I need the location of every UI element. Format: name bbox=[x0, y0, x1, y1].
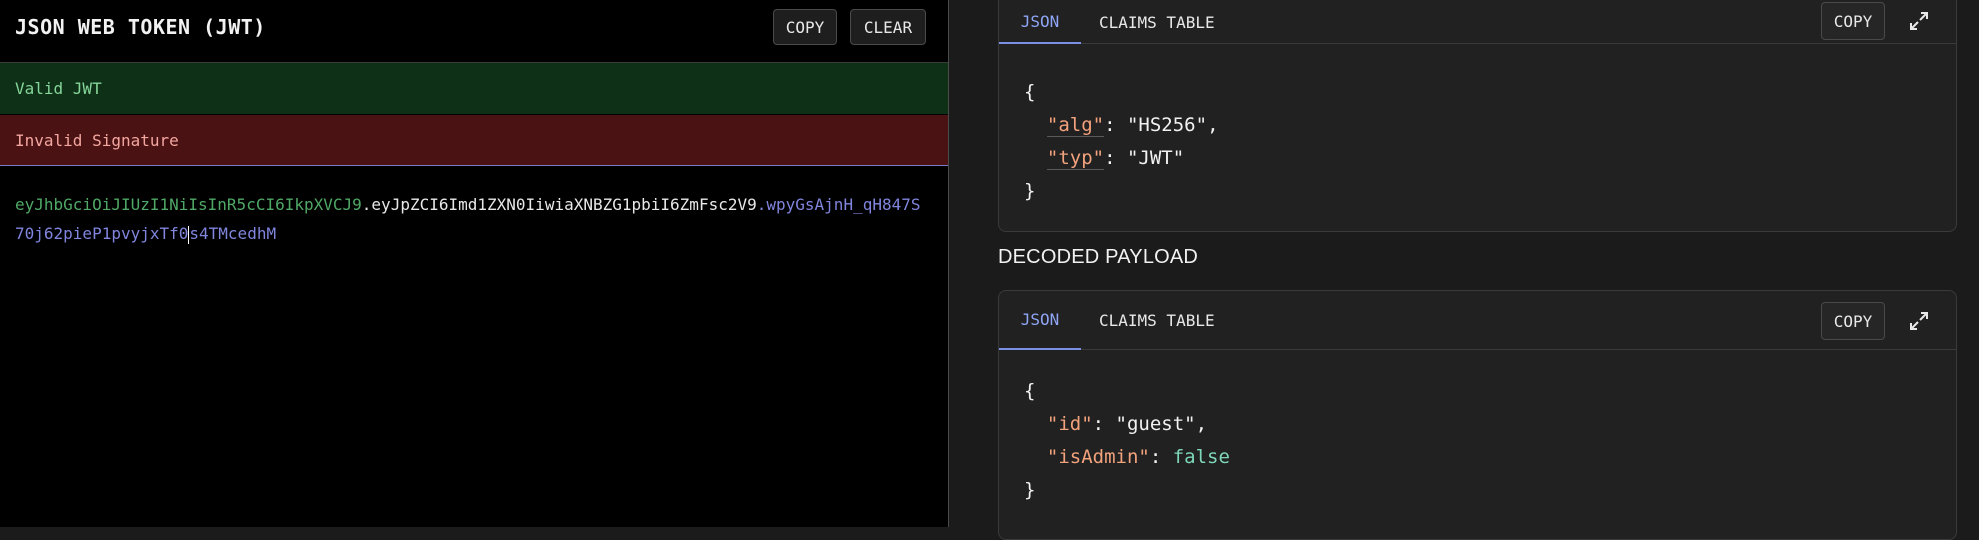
decoded-payload-panel: JSON CLAIMS TABLE COPY { "id": "guest", … bbox=[998, 290, 1957, 540]
tab-claims-table[interactable]: CLAIMS TABLE bbox=[1099, 1, 1215, 44]
decoded-header-tabs: JSON CLAIMS TABLE COPY bbox=[999, 1, 1956, 44]
json-value: false bbox=[1172, 446, 1230, 468]
json-key: "alg" bbox=[1046, 114, 1105, 137]
decoded-header-panel: JSON CLAIMS TABLE COPY { "alg": "HS256",… bbox=[998, 0, 1957, 232]
copy-payload-button[interactable]: COPY bbox=[1821, 302, 1885, 340]
page-title: JSON WEB TOKEN (JWT) bbox=[15, 15, 266, 39]
decoded-payload-json: { "id": "guest", "isAdmin": false } bbox=[1024, 380, 1230, 501]
decoded-payload-tabs: JSON CLAIMS TABLE COPY bbox=[999, 291, 1956, 350]
clear-token-button[interactable]: CLEAR bbox=[850, 9, 926, 45]
decoded-header-json: { "alg": "HS256", "typ": "JWT" } bbox=[1024, 81, 1219, 202]
token-separator: . bbox=[361, 195, 372, 214]
json-value: "HS256" bbox=[1126, 114, 1208, 136]
valid-jwt-status: Valid JWT bbox=[0, 63, 948, 114]
json-key: "typ" bbox=[1046, 147, 1105, 170]
invalid-signature-status: Invalid Signature bbox=[0, 115, 948, 166]
encoded-jwt-panel: JSON WEB TOKEN (JWT) COPY CLEAR Valid JW… bbox=[0, 0, 949, 527]
copy-token-button[interactable]: COPY bbox=[773, 9, 837, 45]
json-value: "guest" bbox=[1115, 413, 1196, 435]
token-header-part: eyJhbGciOiJIUzI1NiIsInR5cCI6IkpXVCJ9 bbox=[15, 195, 362, 214]
json-value: "JWT" bbox=[1126, 147, 1185, 169]
json-key: "id" bbox=[1046, 413, 1093, 435]
expand-icon[interactable] bbox=[1904, 306, 1934, 336]
jwt-token-input[interactable]: eyJhbGciOiJIUzI1NiIsInR5cCI6IkpXVCJ9.eyJ… bbox=[15, 190, 927, 248]
encoded-jwt-header: JSON WEB TOKEN (JWT) COPY CLEAR bbox=[0, 0, 948, 63]
tab-json[interactable]: JSON bbox=[999, 291, 1081, 350]
token-payload-part: eyJpZCI6Imd1ZXN0IiwiaXNBZG1pbiI6ZmFsc2V9 bbox=[371, 195, 757, 214]
expand-icon[interactable] bbox=[1904, 6, 1934, 36]
token-signature-part: s4TMcedhM bbox=[189, 224, 277, 243]
decoded-payload-title: DECODED PAYLOAD bbox=[998, 246, 1199, 268]
token-separator: . bbox=[756, 195, 767, 214]
tab-claims-table[interactable]: CLAIMS TABLE bbox=[1099, 291, 1215, 350]
json-key: "isAdmin" bbox=[1046, 446, 1150, 468]
copy-header-button[interactable]: COPY bbox=[1821, 2, 1885, 40]
tab-json[interactable]: JSON bbox=[999, 1, 1081, 44]
